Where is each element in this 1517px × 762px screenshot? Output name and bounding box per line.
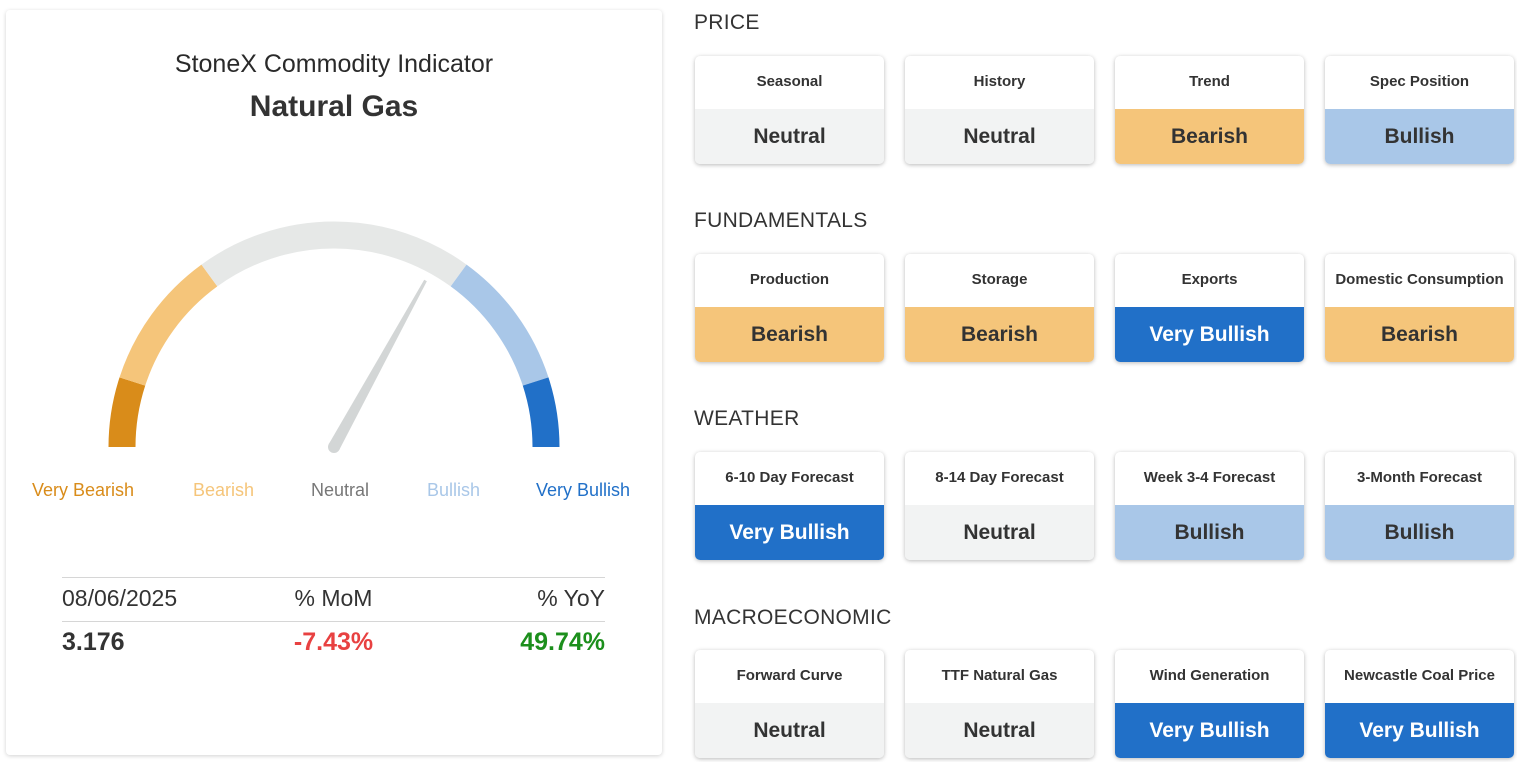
gauge-segment-bearish [119,264,218,386]
legend-neutral: Neutral [311,480,370,500]
gauge-segment-very-bearish [108,377,146,448]
gauge-segment-bullish [450,264,549,386]
indicator-tile-domestic-consumption[interactable]: Domestic Consumption Bearish [1325,254,1514,362]
tile-label: Forward Curve [736,667,843,685]
legend-bullish: Bullish [427,480,481,500]
tile-label: Storage [971,271,1028,289]
sentiment-gauge [108,221,560,453]
tile-status-badge: Neutral [905,109,1094,164]
tile-status-badge: Very Bullish [1325,703,1514,758]
indicator-tile-spec-position[interactable]: Spec Position Bullish [1325,56,1514,164]
tile-label: 8-14 Day Forecast [935,469,1064,487]
indicator-tile-6-10-day-forecast[interactable]: 6-10 Day Forecast Very Bullish [695,452,884,560]
tile-label: History [973,73,1026,91]
tile-status-badge: Very Bullish [1115,307,1304,362]
indicator-tile-8-14-day-forecast[interactable]: 8-14 Day Forecast Neutral [905,452,1094,560]
tile-label: 6-10 Day Forecast [725,469,854,487]
tile-status-badge: Neutral [695,703,884,758]
tile-status-badge: Neutral [905,505,1094,560]
indicator-tile-storage[interactable]: Storage Bearish [905,254,1094,362]
section-title-macroeconomic: MACROECONOMIC [694,606,892,629]
tile-status-badge: Neutral [695,109,884,164]
legend-very-bearish: Very Bearish [32,480,135,500]
section-title-weather: WEATHER [694,407,800,430]
tile-status-badge: Bearish [695,307,884,362]
tile-status-badge: Very Bullish [695,505,884,560]
tile-status-badge: Bullish [1325,109,1514,164]
tile-label: Spec Position [1369,73,1470,91]
tile-label: Trend [1189,73,1230,91]
tile-label: Wind Generation [1149,667,1270,685]
tile-status-badge: Neutral [905,703,1094,758]
indicator-title: StoneX Commodity Indicator [174,50,494,78]
tile-label: Newcastle Coal Price [1344,667,1495,685]
tile-status-badge: Bearish [1115,109,1304,164]
gauge-needle-hub [328,441,340,453]
indicator-tile-seasonal[interactable]: Seasonal Neutral [695,56,884,164]
tile-label: Production [749,271,830,289]
tile-status-badge: Bearish [1325,307,1514,362]
tile-status-badge: Bullish [1115,505,1304,560]
tile-label: Exports [1181,271,1238,289]
indicator-tile-production[interactable]: Production Bearish [695,254,884,362]
legend-very-bullish: Very Bullish [536,480,631,500]
indicator-tile-week-3-4-forecast[interactable]: Week 3-4 Forecast Bullish [1115,452,1304,560]
commodity-indicator-card: StoneX Commodity Indicator Natural Gas V… [6,10,662,755]
indicator-tile-3-month-forecast[interactable]: 3-Month Forecast Bullish [1325,452,1514,560]
indicator-tile-history[interactable]: History Neutral [905,56,1094,164]
tile-status-badge: Bearish [905,307,1094,362]
tile-status-badge: Bullish [1325,505,1514,560]
stats-value-row: 3.176 -7.43% 49.74% [62,622,605,665]
tile-label: Seasonal [756,73,823,91]
gauge-segment-neutral [201,221,467,287]
indicator-tile-wind-generation[interactable]: Wind Generation Very Bullish [1115,650,1304,758]
tile-label: Week 3-4 Forecast [1143,469,1276,487]
section-title-price: PRICE [694,11,760,34]
indicator-tile-exports[interactable]: Exports Very Bullish [1115,254,1304,362]
price-stats: 08/06/2025 % MoM % YoY 3.176 -7.43% 49.7… [62,577,605,665]
indicator-tile-newcastle-coal-price[interactable]: Newcastle Coal Price Very Bullish [1325,650,1514,758]
indicator-tile-ttf-natural-gas[interactable]: TTF Natural Gas Neutral [905,650,1094,758]
legend-bearish: Bearish [193,480,255,500]
section-title-fundamentals: FUNDAMENTALS [694,209,868,232]
stats-header-row: 08/06/2025 % MoM % YoY [62,578,605,621]
gauge-needle [328,279,427,450]
indicator-tile-trend[interactable]: Trend Bearish [1115,56,1304,164]
yoy-value: 49.74% [520,628,605,656]
commodity-name: Natural Gas [249,90,419,123]
gauge-legend: Very Bearish Bearish Neutral Bullish Ver… [6,480,662,504]
indicator-tile-forward-curve[interactable]: Forward Curve Neutral [695,650,884,758]
yoy-header: % YoY [537,585,605,611]
gauge-segment-very-bullish [522,377,560,448]
tile-label: 3-Month Forecast [1356,469,1482,487]
tile-label: TTF Natural Gas [941,667,1058,685]
tile-status-badge: Very Bullish [1115,703,1304,758]
mom-header: % MoM [294,585,373,611]
tile-label: Domestic Consumption [1335,271,1504,289]
